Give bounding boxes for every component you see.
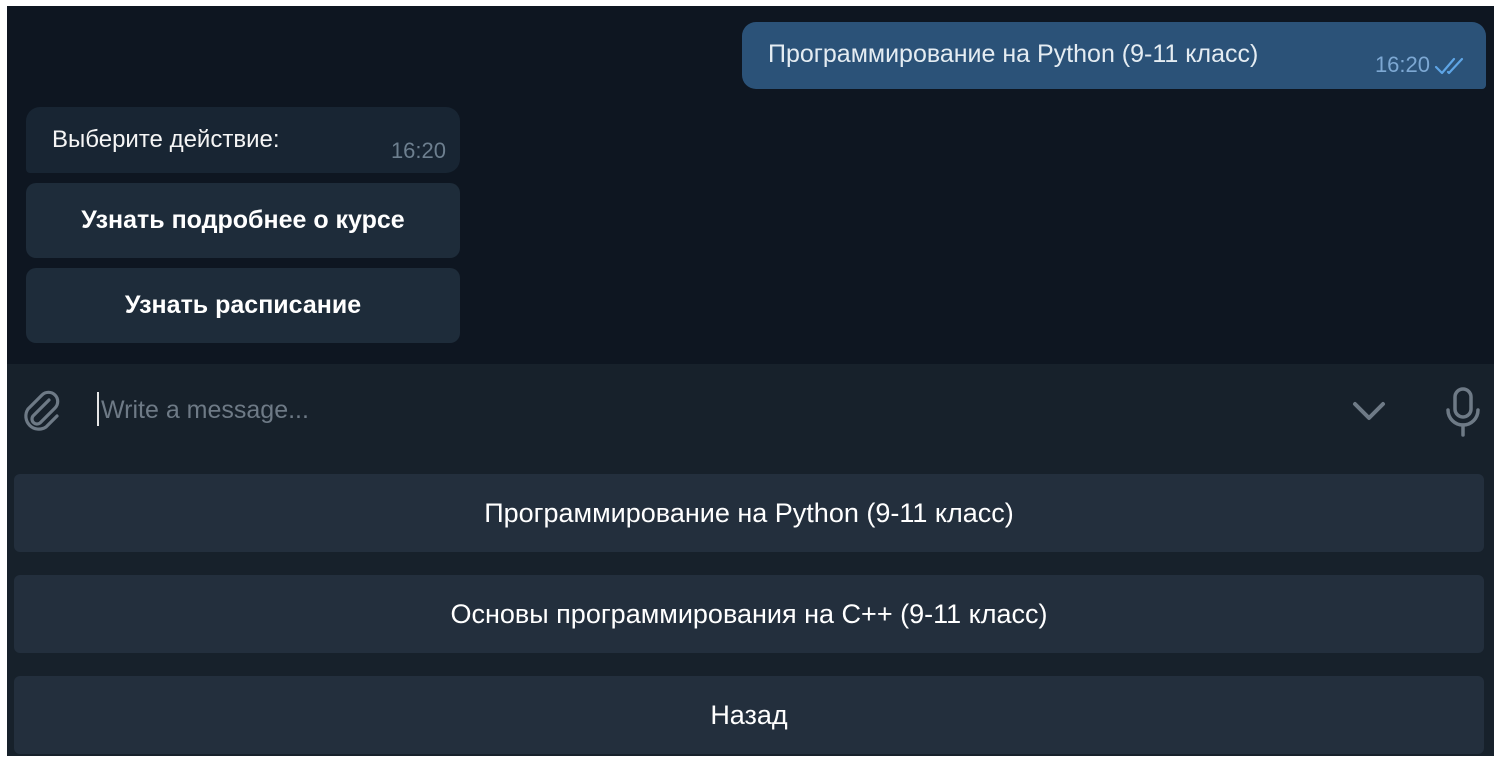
incoming-message[interactable]: Выберите действие: 16:20: [26, 107, 460, 173]
keyboard-button-back[interactable]: Назад: [14, 676, 1484, 754]
incoming-message-time: 16:20: [390, 138, 446, 163]
text-cursor: [97, 392, 99, 426]
message-input[interactable]: [101, 384, 1301, 436]
outgoing-message-text: Программирование на Python (9-11 класс): [768, 40, 1259, 68]
reply-keyboard: Программирование на Python (9-11 класс) …: [7, 457, 1494, 756]
chat-history[interactable]: Программирование на Python (9-11 класс) …: [7, 6, 1494, 364]
microphone-icon[interactable]: [1443, 386, 1483, 438]
inline-button-course-details[interactable]: Узнать подробнее о курсе: [26, 183, 460, 258]
outgoing-message-time: 16:20: [1374, 52, 1430, 77]
telegram-chat-window: Программирование на Python (9-11 класс) …: [7, 6, 1494, 756]
incoming-message-text: Выберите действие:: [52, 126, 280, 153]
double-check-icon: [1434, 57, 1464, 75]
keyboard-button-cpp[interactable]: Основы программирования на С++ (9-11 кла…: [14, 575, 1484, 653]
outgoing-message[interactable]: Программирование на Python (9-11 класс) …: [742, 22, 1486, 89]
keyboard-button-python[interactable]: Программирование на Python (9-11 класс): [14, 474, 1484, 552]
message-composer: [7, 364, 1494, 457]
inline-button-schedule[interactable]: Узнать расписание: [26, 268, 460, 343]
paperclip-icon[interactable]: [19, 388, 65, 434]
chevron-down-icon[interactable]: [1349, 396, 1389, 426]
